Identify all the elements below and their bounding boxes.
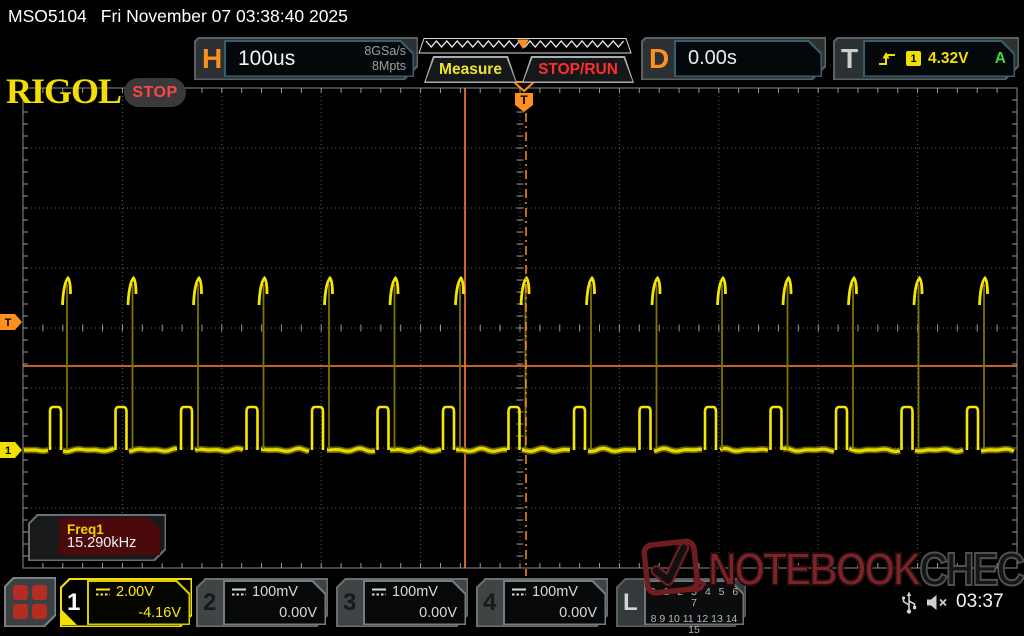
timebase-button[interactable]: H 100us 8GSa/s 8Mpts (194, 37, 418, 80)
channel-2-number: 2 (203, 588, 217, 616)
measurement-panel: Freq1 15.290kHz (59, 518, 160, 555)
header-bar: RIGOL STOP H 100us 8GSa/s 8Mpts Measure (0, 32, 1024, 111)
channel-4-scale: 100mV (532, 584, 578, 600)
horizontal-offset-value: 0.00s (688, 47, 737, 69)
horizontal-offset-button[interactable]: D 0.00s (641, 37, 826, 80)
dc-coupling-icon (232, 588, 246, 596)
rising-edge-icon (879, 51, 895, 65)
trigger-source-badge: 1 (906, 51, 921, 66)
channel-3-offset: 0.00V (419, 605, 457, 621)
trigger-level-marker[interactable]: T (0, 314, 22, 330)
h-label: H (202, 42, 223, 74)
stop-run-button[interactable]: STOP/RUN (522, 56, 634, 83)
channel-3-panel: 100mV 0.00V (363, 580, 466, 625)
channel-4-offset: 0.00V (559, 605, 597, 621)
channel-4-button[interactable]: 4 100mV 0.00V (476, 578, 608, 627)
digital-row-2: 8 9 10 11 12 13 14 15 (650, 613, 738, 636)
sample-rate: 8GSa/s (364, 44, 406, 58)
menu-grid-icon (4, 577, 56, 627)
channel-2-panel: 100mV 0.00V (223, 580, 326, 625)
memory-position-bar[interactable] (418, 37, 632, 55)
digital-panel: 0 1 2 3 4 5 6 7 8 9 10 11 12 13 14 15 (644, 580, 744, 635)
oscilloscope-screen: { "topbar": { "model": "MSO5104", "datet… (0, 0, 1024, 635)
timebase-value: 100us (238, 46, 296, 70)
channel-1-scale: 2.00V (116, 584, 154, 600)
measurement-box[interactable]: Freq1 15.290kHz (28, 514, 166, 561)
trigger-level-value: 4.32V (928, 49, 969, 67)
d-label: D (649, 42, 670, 74)
dc-coupling-icon (372, 588, 386, 596)
channel-2-button[interactable]: 2 100mV 0.00V (196, 578, 328, 627)
timebase-panel: 100us 8GSa/s 8Mpts (224, 40, 414, 77)
svg-text:T: T (520, 93, 528, 107)
brand-logo: RIGOL (6, 71, 122, 111)
digital-channels-button[interactable]: L 0 1 2 3 4 5 6 7 8 9 10 11 12 13 14 15 (616, 578, 746, 635)
channel-1-number: 1 (67, 588, 81, 616)
speaker-muted-icon (927, 595, 947, 610)
svg-text:1: 1 (5, 445, 11, 457)
bottom-bar: 1 2.00V -4.16V 2 100mV 0.00V 3 100mV 0.0… (0, 570, 1024, 635)
run-state-badge: STOP (124, 78, 186, 107)
measurement-value: 15.290kHz (67, 535, 137, 551)
channel-3-number: 3 (343, 588, 357, 616)
channel-3-button[interactable]: 3 100mV 0.00V (336, 578, 468, 627)
digital-row-1: 0 1 2 3 4 5 6 7 (649, 586, 739, 609)
channel-2-offset: 0.00V (279, 605, 317, 621)
digital-label: L (623, 588, 638, 616)
trigger-position-marker[interactable]: T (511, 81, 537, 576)
trigger-mode: A (994, 49, 1006, 67)
channel-3-scale: 100mV (392, 584, 438, 600)
measure-button[interactable]: Measure (424, 56, 517, 83)
channel-2-scale: 100mV (252, 584, 298, 600)
trigger-panel: 1 4.32V A (863, 40, 1015, 77)
trigger-button[interactable]: T 1 4.32V A (833, 37, 1019, 80)
svg-text:T: T (5, 317, 12, 329)
dc-coupling-icon (512, 588, 526, 596)
menu-button[interactable] (4, 577, 56, 627)
channel-4-number: 4 (483, 588, 497, 616)
channel-1-button[interactable]: 1 2.00V -4.16V (60, 578, 192, 627)
channel-1-panel: 2.00V -4.16V (87, 580, 190, 625)
memory-depth: 8Mpts (371, 59, 406, 73)
stop-run-label: STOP/RUN (538, 60, 618, 78)
dc-coupling-icon (96, 588, 110, 596)
offset-panel: 0.00s (674, 40, 822, 77)
channel-4-panel: 100mV 0.00V (503, 580, 606, 625)
channel-1-offset: -4.16V (138, 605, 181, 621)
usb-icon (901, 591, 917, 614)
t-label: T (841, 42, 859, 74)
channel-1-ground-marker[interactable]: 1 (0, 442, 22, 458)
measure-label: Measure (439, 60, 502, 78)
